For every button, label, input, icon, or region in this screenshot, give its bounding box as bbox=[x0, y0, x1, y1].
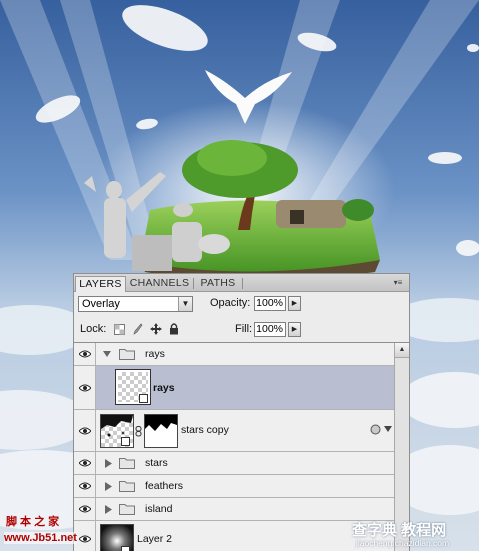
blend-mode-value: Overlay bbox=[82, 298, 120, 310]
visibility-toggle[interactable] bbox=[74, 521, 96, 551]
opacity-label: Opacity: bbox=[210, 297, 251, 309]
lock-transparent-icon[interactable] bbox=[114, 324, 125, 335]
layer-row-island-group[interactable]: island bbox=[74, 498, 394, 521]
layer-row-stars-copy[interactable]: stars copy bbox=[74, 410, 394, 452]
collapsed-triangle-icon[interactable] bbox=[105, 482, 112, 491]
chain-link-icon[interactable] bbox=[135, 426, 142, 437]
layer-name: island bbox=[145, 503, 173, 515]
eye-icon bbox=[79, 482, 91, 490]
tab-channels[interactable]: CHANNELS bbox=[128, 276, 191, 291]
layer-name: rays bbox=[153, 382, 175, 394]
layer-row-rays[interactable]: rays bbox=[74, 366, 394, 410]
collapsed-triangle-icon[interactable] bbox=[105, 505, 112, 514]
smart-object-badge-icon bbox=[121, 437, 130, 446]
layer-row-feathers-group[interactable]: feathers bbox=[74, 475, 394, 498]
eye-icon bbox=[79, 427, 91, 435]
fill-stepper[interactable]: ▶ bbox=[288, 322, 301, 337]
visibility-toggle[interactable] bbox=[74, 366, 96, 409]
lock-label: Lock: bbox=[80, 323, 107, 335]
tab-paths[interactable]: PATHS bbox=[195, 276, 241, 291]
layer-mask-thumbnail[interactable] bbox=[144, 414, 178, 448]
layer-style-icon[interactable] bbox=[370, 424, 381, 435]
folder-icon bbox=[119, 481, 135, 492]
watermark-url-right: jiaocheng.chazidian.com bbox=[356, 538, 450, 548]
expand-triangle-icon[interactable] bbox=[103, 350, 111, 358]
tab-separator bbox=[242, 278, 243, 289]
tab-separator bbox=[193, 278, 194, 289]
eye-icon bbox=[79, 505, 91, 513]
opacity-field[interactable]: 100% bbox=[254, 296, 286, 311]
watermark-cn-right: 查字典 教程网 bbox=[352, 522, 447, 539]
chevron-down-icon[interactable] bbox=[384, 426, 392, 433]
panel-tab-bar: LAYERS CHANNELS PATHS ▾≡ bbox=[74, 274, 409, 292]
collapsed-triangle-icon[interactable] bbox=[105, 459, 112, 468]
layer-name: stars bbox=[145, 457, 168, 469]
watermark-url-left: www.Jb51.net bbox=[4, 532, 77, 544]
layer-row-rays-group[interactable]: rays bbox=[74, 343, 394, 366]
eye-icon bbox=[79, 350, 91, 358]
panel-menu-icon[interactable]: ▾≡ bbox=[391, 277, 405, 288]
layer-name: stars copy bbox=[181, 424, 229, 436]
opacity-stepper[interactable]: ▶ bbox=[288, 296, 301, 311]
layer-name: rays bbox=[145, 348, 165, 360]
eye-icon bbox=[79, 459, 91, 467]
visibility-toggle[interactable] bbox=[74, 452, 96, 474]
folder-icon bbox=[119, 458, 135, 469]
smart-object-badge-icon bbox=[139, 394, 148, 403]
layer-row-stars-group[interactable]: stars bbox=[74, 452, 394, 475]
layer-name: feathers bbox=[145, 480, 183, 492]
lock-brush-icon[interactable] bbox=[132, 323, 143, 335]
visibility-toggle[interactable] bbox=[74, 343, 96, 365]
tab-layers[interactable]: LAYERS bbox=[75, 276, 126, 292]
fill-field[interactable]: 100% bbox=[254, 322, 286, 337]
scroll-up-icon[interactable]: ▲ bbox=[395, 343, 409, 358]
folder-icon bbox=[119, 504, 135, 515]
layers-panel: LAYERS CHANNELS PATHS ▾≡ Overlay ▼ Opaci… bbox=[73, 273, 410, 551]
lock-move-icon[interactable] bbox=[150, 323, 162, 335]
fill-label: Fill: bbox=[235, 323, 253, 335]
visibility-toggle[interactable] bbox=[74, 475, 96, 497]
smart-object-badge-icon bbox=[121, 546, 130, 551]
blend-mode-select[interactable]: Overlay ▼ bbox=[78, 296, 193, 312]
visibility-toggle[interactable] bbox=[74, 498, 96, 520]
layer-row-layer-2[interactable]: Layer 2 bbox=[74, 521, 394, 551]
layer-name: Layer 2 bbox=[137, 533, 173, 545]
watermark-cn-left: 脚 本 之 家 bbox=[6, 516, 60, 528]
chevron-down-icon[interactable]: ▼ bbox=[178, 297, 192, 311]
eye-icon bbox=[79, 384, 91, 392]
eye-icon bbox=[79, 535, 91, 543]
lock-all-icon[interactable] bbox=[169, 323, 179, 335]
visibility-toggle[interactable] bbox=[74, 410, 96, 451]
folder-icon bbox=[119, 349, 135, 360]
